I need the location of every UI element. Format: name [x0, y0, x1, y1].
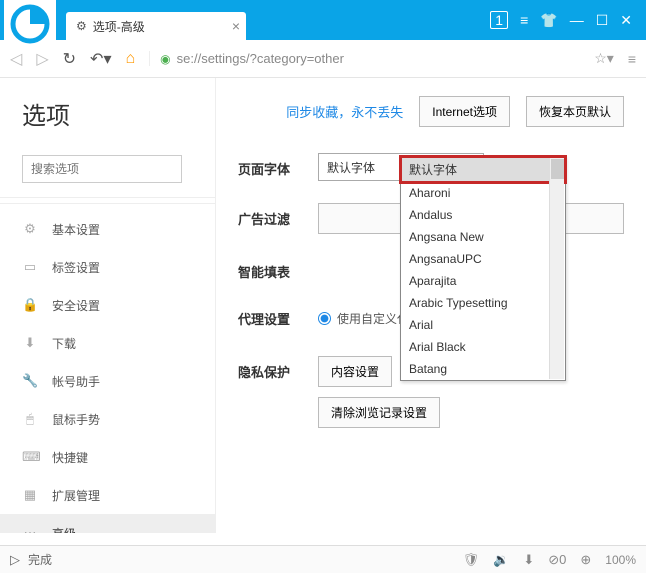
navbar: ◁ ▷ ↻ ↶▾ ⌂ ◉ se://settings/?category=oth… — [0, 40, 646, 78]
favorite-icon[interactable]: ☆▾ — [594, 50, 614, 67]
clear-history-button[interactable]: 清除浏览记录设置 — [318, 397, 440, 428]
sidebar-item-basic[interactable]: ⚙ 基本设置 — [0, 210, 215, 248]
font-select-value: 默认字体 — [327, 159, 375, 176]
window-controls: 1 ≡ 👕 — ☐ ✕ — [490, 11, 646, 29]
shield-status-icon[interactable]: 🛡 — [463, 552, 480, 568]
url-text: se://settings/?category=other — [177, 51, 344, 66]
maximize-icon[interactable]: ☐ — [596, 12, 609, 29]
wrench-icon: 🔧 — [22, 373, 38, 389]
font-dropdown[interactable]: 默认字体 Aharoni Andalus Angsana New Angsana… — [400, 156, 566, 381]
font-option[interactable]: AngsanaUPC — [401, 248, 565, 270]
address-bar[interactable]: ◉ se://settings/?category=other — [149, 51, 580, 66]
sidebar-item-label: 扩展管理 — [52, 487, 100, 504]
top-actions: 同步收藏，永不丢失 Internet选项 恢复本页默认 — [238, 96, 624, 127]
back-icon[interactable]: ◁ — [10, 49, 22, 69]
close-icon[interactable]: ✕ — [620, 12, 632, 29]
minimize-icon[interactable]: — — [570, 12, 584, 28]
sidebar-item-label: 高级 — [52, 525, 76, 534]
page-body: 选项 ⚙ 基本设置 ▭ 标签设置 🔒 安全设置 ⬇ 下载 🔧 帐号助手 🖱 鼠标手势 ⌨ 快捷… — [0, 78, 646, 533]
adblock-icon[interactable]: ⊘0 — [548, 552, 566, 568]
zoom-value: 100% — [605, 553, 636, 567]
sidebar-item-account[interactable]: 🔧 帐号助手 — [0, 362, 215, 400]
sidebar-item-security[interactable]: 🔒 安全设置 — [0, 286, 215, 324]
statusbar: ▷ 完成 🛡 🔉 ⬇ ⊘0 ⊕ 100% — [0, 545, 646, 573]
window-icon: ▭ — [22, 259, 38, 275]
browser-logo — [4, 0, 56, 50]
tab-close-icon[interactable]: × — [232, 18, 240, 34]
zoom-icon[interactable]: ⊕ — [580, 552, 591, 568]
main-content: 同步收藏，永不丢失 Internet选项 恢复本页默认 页面字体 默认字体 ▲ … — [216, 78, 646, 533]
sidebar-header: 选项 — [0, 78, 215, 141]
font-label: 页面字体 — [238, 153, 318, 181]
home-icon[interactable]: ⌂ — [125, 50, 135, 68]
gear-icon: ⚙ — [22, 221, 38, 237]
font-option[interactable]: Angsana New — [401, 226, 565, 248]
mouse-icon: 🖱 — [22, 411, 38, 427]
sidebar-item-label: 基本设置 — [52, 221, 100, 238]
font-option[interactable]: Batang — [401, 358, 565, 380]
font-option[interactable]: Arial — [401, 314, 565, 336]
font-option-default[interactable]: 默认字体 — [401, 157, 565, 182]
page-title: 选项 — [22, 96, 193, 131]
titlebar: ⚙ 选项-高级 × 1 ≡ 👕 — ☐ ✕ — [0, 0, 646, 40]
ad-label: 广告过滤 — [238, 203, 318, 234]
keyboard-icon: ⌨ — [22, 449, 38, 465]
tab-title: 选项-高级 — [93, 18, 232, 35]
skin-icon[interactable]: 👕 — [540, 12, 557, 29]
gear-icon: ⚙ — [76, 19, 87, 33]
sidebar-item-label: 标签设置 — [52, 259, 100, 276]
forward-icon: ▷ — [36, 49, 48, 69]
fill-label: 智能填表 — [238, 256, 318, 281]
sidebar: 选项 ⚙ 基本设置 ▭ 标签设置 🔒 安全设置 ⬇ 下载 🔧 帐号助手 🖱 鼠标手势 ⌨ 快捷… — [0, 78, 216, 533]
shield-icon: ◉ — [160, 52, 170, 66]
font-option[interactable]: Andalus — [401, 204, 565, 226]
sound-icon[interactable]: 🔉 — [493, 552, 509, 568]
sidebar-list: ⚙ 基本设置 ▭ 标签设置 🔒 安全设置 ⬇ 下载 🔧 帐号助手 🖱 鼠标手势 ⌨ 快捷键 ▦… — [0, 210, 215, 533]
sync-link[interactable]: 同步收藏，永不丢失 — [286, 102, 403, 121]
font-option[interactable]: Aharoni — [401, 182, 565, 204]
download-badge[interactable]: 1 — [490, 11, 508, 29]
proxy-radio-input[interactable] — [318, 312, 331, 325]
proxy-label: 代理设置 — [238, 303, 318, 334]
search-wrap — [0, 141, 215, 198]
font-option[interactable]: Arabic Typesetting — [401, 292, 565, 314]
play-icon[interactable]: ▷ — [10, 552, 20, 568]
sidebar-item-extensions[interactable]: ▦ 扩展管理 — [0, 476, 215, 514]
sidebar-item-label: 快捷键 — [52, 449, 88, 466]
undo-icon[interactable]: ↶▾ — [90, 49, 111, 69]
page-menu-icon[interactable]: ≡ — [628, 51, 636, 67]
grid-icon: ▦ — [22, 487, 38, 503]
download-status-icon[interactable]: ⬇ — [523, 552, 534, 568]
menu-icon[interactable]: ≡ — [520, 12, 528, 28]
sidebar-item-download[interactable]: ⬇ 下载 — [0, 324, 215, 362]
restore-defaults-button[interactable]: 恢复本页默认 — [526, 96, 624, 127]
sidebar-item-tabs[interactable]: ▭ 标签设置 — [0, 248, 215, 286]
dots-icon: ⋯ — [22, 525, 38, 533]
sidebar-item-mouse[interactable]: 🖱 鼠标手势 — [0, 400, 215, 438]
reload-icon[interactable]: ↻ — [63, 49, 76, 69]
sidebar-item-label: 下载 — [52, 335, 76, 352]
search-input[interactable] — [22, 155, 182, 183]
browser-tab[interactable]: ⚙ 选项-高级 × — [66, 12, 246, 40]
content-settings-button[interactable]: 内容设置 — [318, 356, 392, 387]
font-option[interactable]: Arial Black — [401, 336, 565, 358]
internet-options-button[interactable]: Internet选项 — [419, 96, 510, 127]
sidebar-item-label: 安全设置 — [52, 297, 100, 314]
status-text: 完成 — [28, 551, 52, 568]
sidebar-item-label: 鼠标手势 — [52, 411, 100, 428]
sidebar-item-shortcut[interactable]: ⌨ 快捷键 — [0, 438, 215, 476]
privacy-label: 隐私保护 — [238, 356, 318, 428]
lock-icon: 🔒 — [22, 297, 38, 313]
sidebar-item-label: 帐号助手 — [52, 373, 100, 390]
download-icon: ⬇ — [22, 335, 38, 351]
sidebar-item-advanced[interactable]: ⋯ 高级 — [0, 514, 215, 533]
font-option[interactable]: Aparajita — [401, 270, 565, 292]
dropdown-scrollbar[interactable] — [549, 158, 564, 379]
